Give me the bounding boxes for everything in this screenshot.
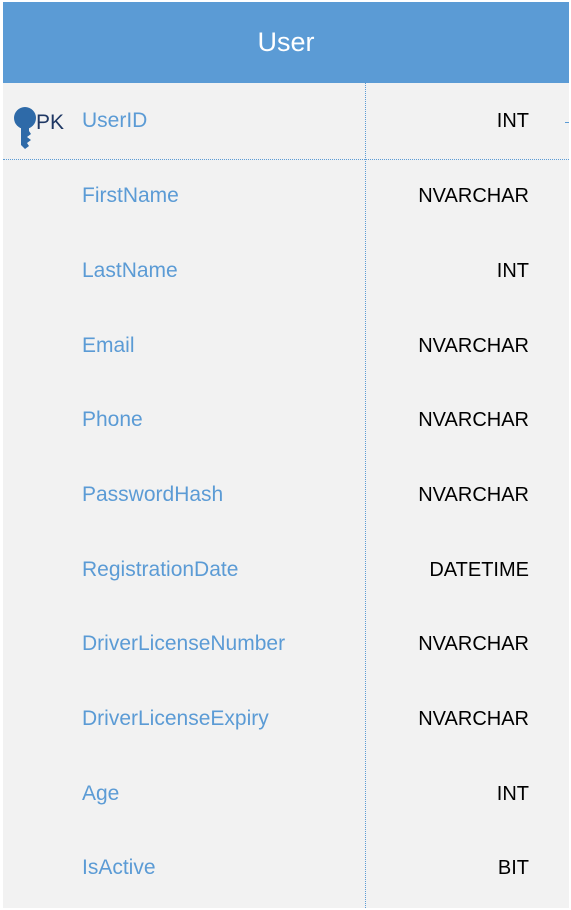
field-type: NVARCHAR (418, 409, 529, 431)
field-name: Age (82, 782, 120, 805)
column-row: Email NVARCHAR (3, 326, 569, 366)
entity-title: User (3, 2, 569, 83)
column-row: Phone NVARCHAR (3, 400, 569, 440)
field-name: RegistrationDate (82, 558, 239, 581)
field-type: DATETIME (429, 559, 529, 581)
field-name: PasswordHash (82, 483, 224, 506)
field-name: IsActive (82, 856, 156, 879)
column-row: RegistrationDate DATETIME (3, 550, 569, 590)
field-type: NVARCHAR (418, 484, 529, 506)
field-name: UserID (82, 109, 148, 132)
field-type: INT (496, 783, 529, 805)
column-row: DriverLicenseExpiry NVARCHAR (3, 699, 569, 739)
entity-user: User PK UserID INT FirstName NVARCHAR La… (3, 2, 569, 908)
column-row: PasswordHash NVARCHAR (3, 475, 569, 515)
connector-stub (565, 122, 569, 123)
column-row: LastName INT (3, 251, 569, 291)
field-type: NVARCHAR (418, 335, 529, 357)
field-type: BIT (497, 857, 529, 879)
primary-key-field: UserID INT (3, 101, 569, 141)
column-row: IsActive BIT (3, 848, 569, 888)
column-row: FirstName NVARCHAR (3, 176, 569, 216)
field-name: LastName (82, 259, 178, 282)
field-name: Phone (82, 408, 143, 431)
field-name: FirstName (82, 184, 179, 207)
field-type: INT (496, 110, 529, 132)
field-type: INT (496, 260, 529, 282)
field-name: DriverLicenseExpiry (82, 707, 269, 730)
field-type: NVARCHAR (418, 633, 529, 655)
field-type: NVARCHAR (418, 708, 529, 730)
column-row: Age INT (3, 774, 569, 814)
column-row: DriverLicenseNumber NVARCHAR (3, 624, 569, 664)
field-name: Email (82, 334, 135, 357)
field-name: DriverLicenseNumber (82, 632, 286, 655)
primary-key-row: PK UserID INT (3, 83, 569, 160)
field-type: NVARCHAR (418, 185, 529, 207)
